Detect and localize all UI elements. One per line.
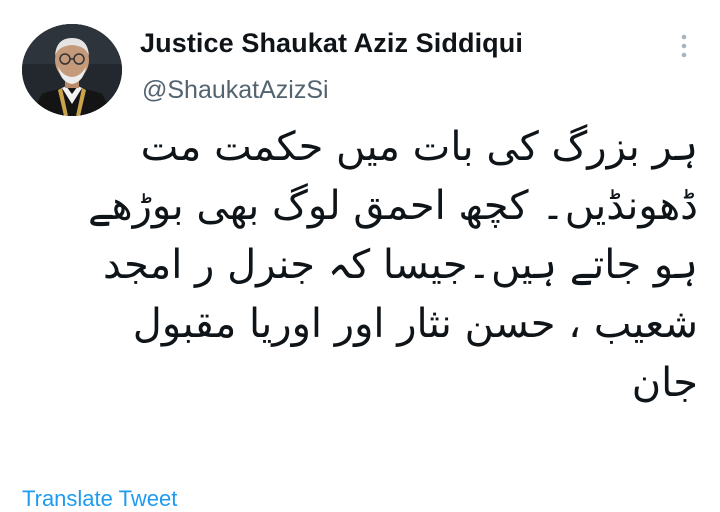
avatar[interactable] (22, 24, 122, 116)
tweet-text-line: ہر بزرگ کی بات میں حکمت مت (140, 124, 698, 170)
more-vertical-icon (681, 34, 687, 58)
tweet-text-line: جان (631, 360, 698, 406)
profile-photo-icon (22, 24, 122, 116)
more-options-button[interactable] (668, 30, 700, 62)
tweet-card: Justice Shaukat Aziz Siddiqui @ShaukatAz… (0, 0, 720, 511)
author-display-name[interactable]: Justice Shaukat Aziz Siddiqui (140, 28, 523, 59)
tweet-text-line: شعیب ، حسن نثار اور اوریا مقبول (132, 301, 698, 347)
tweet-text-line: ہو جاتے ہیں۔جیسا کہ جنرل ر امجد (102, 242, 698, 288)
tweet-text-line: ڈھونڈیں۔ کچھ احمق لوگ بھی بوڑھے (88, 183, 698, 229)
author-handle[interactable]: @ShaukatAzizSi (142, 76, 329, 105)
translate-tweet-link[interactable]: Translate Tweet (22, 486, 177, 512)
tweet-text: ہر بزرگ کی بات میں حکمت مت ڈھونڈیں۔ کچھ … (18, 118, 698, 413)
